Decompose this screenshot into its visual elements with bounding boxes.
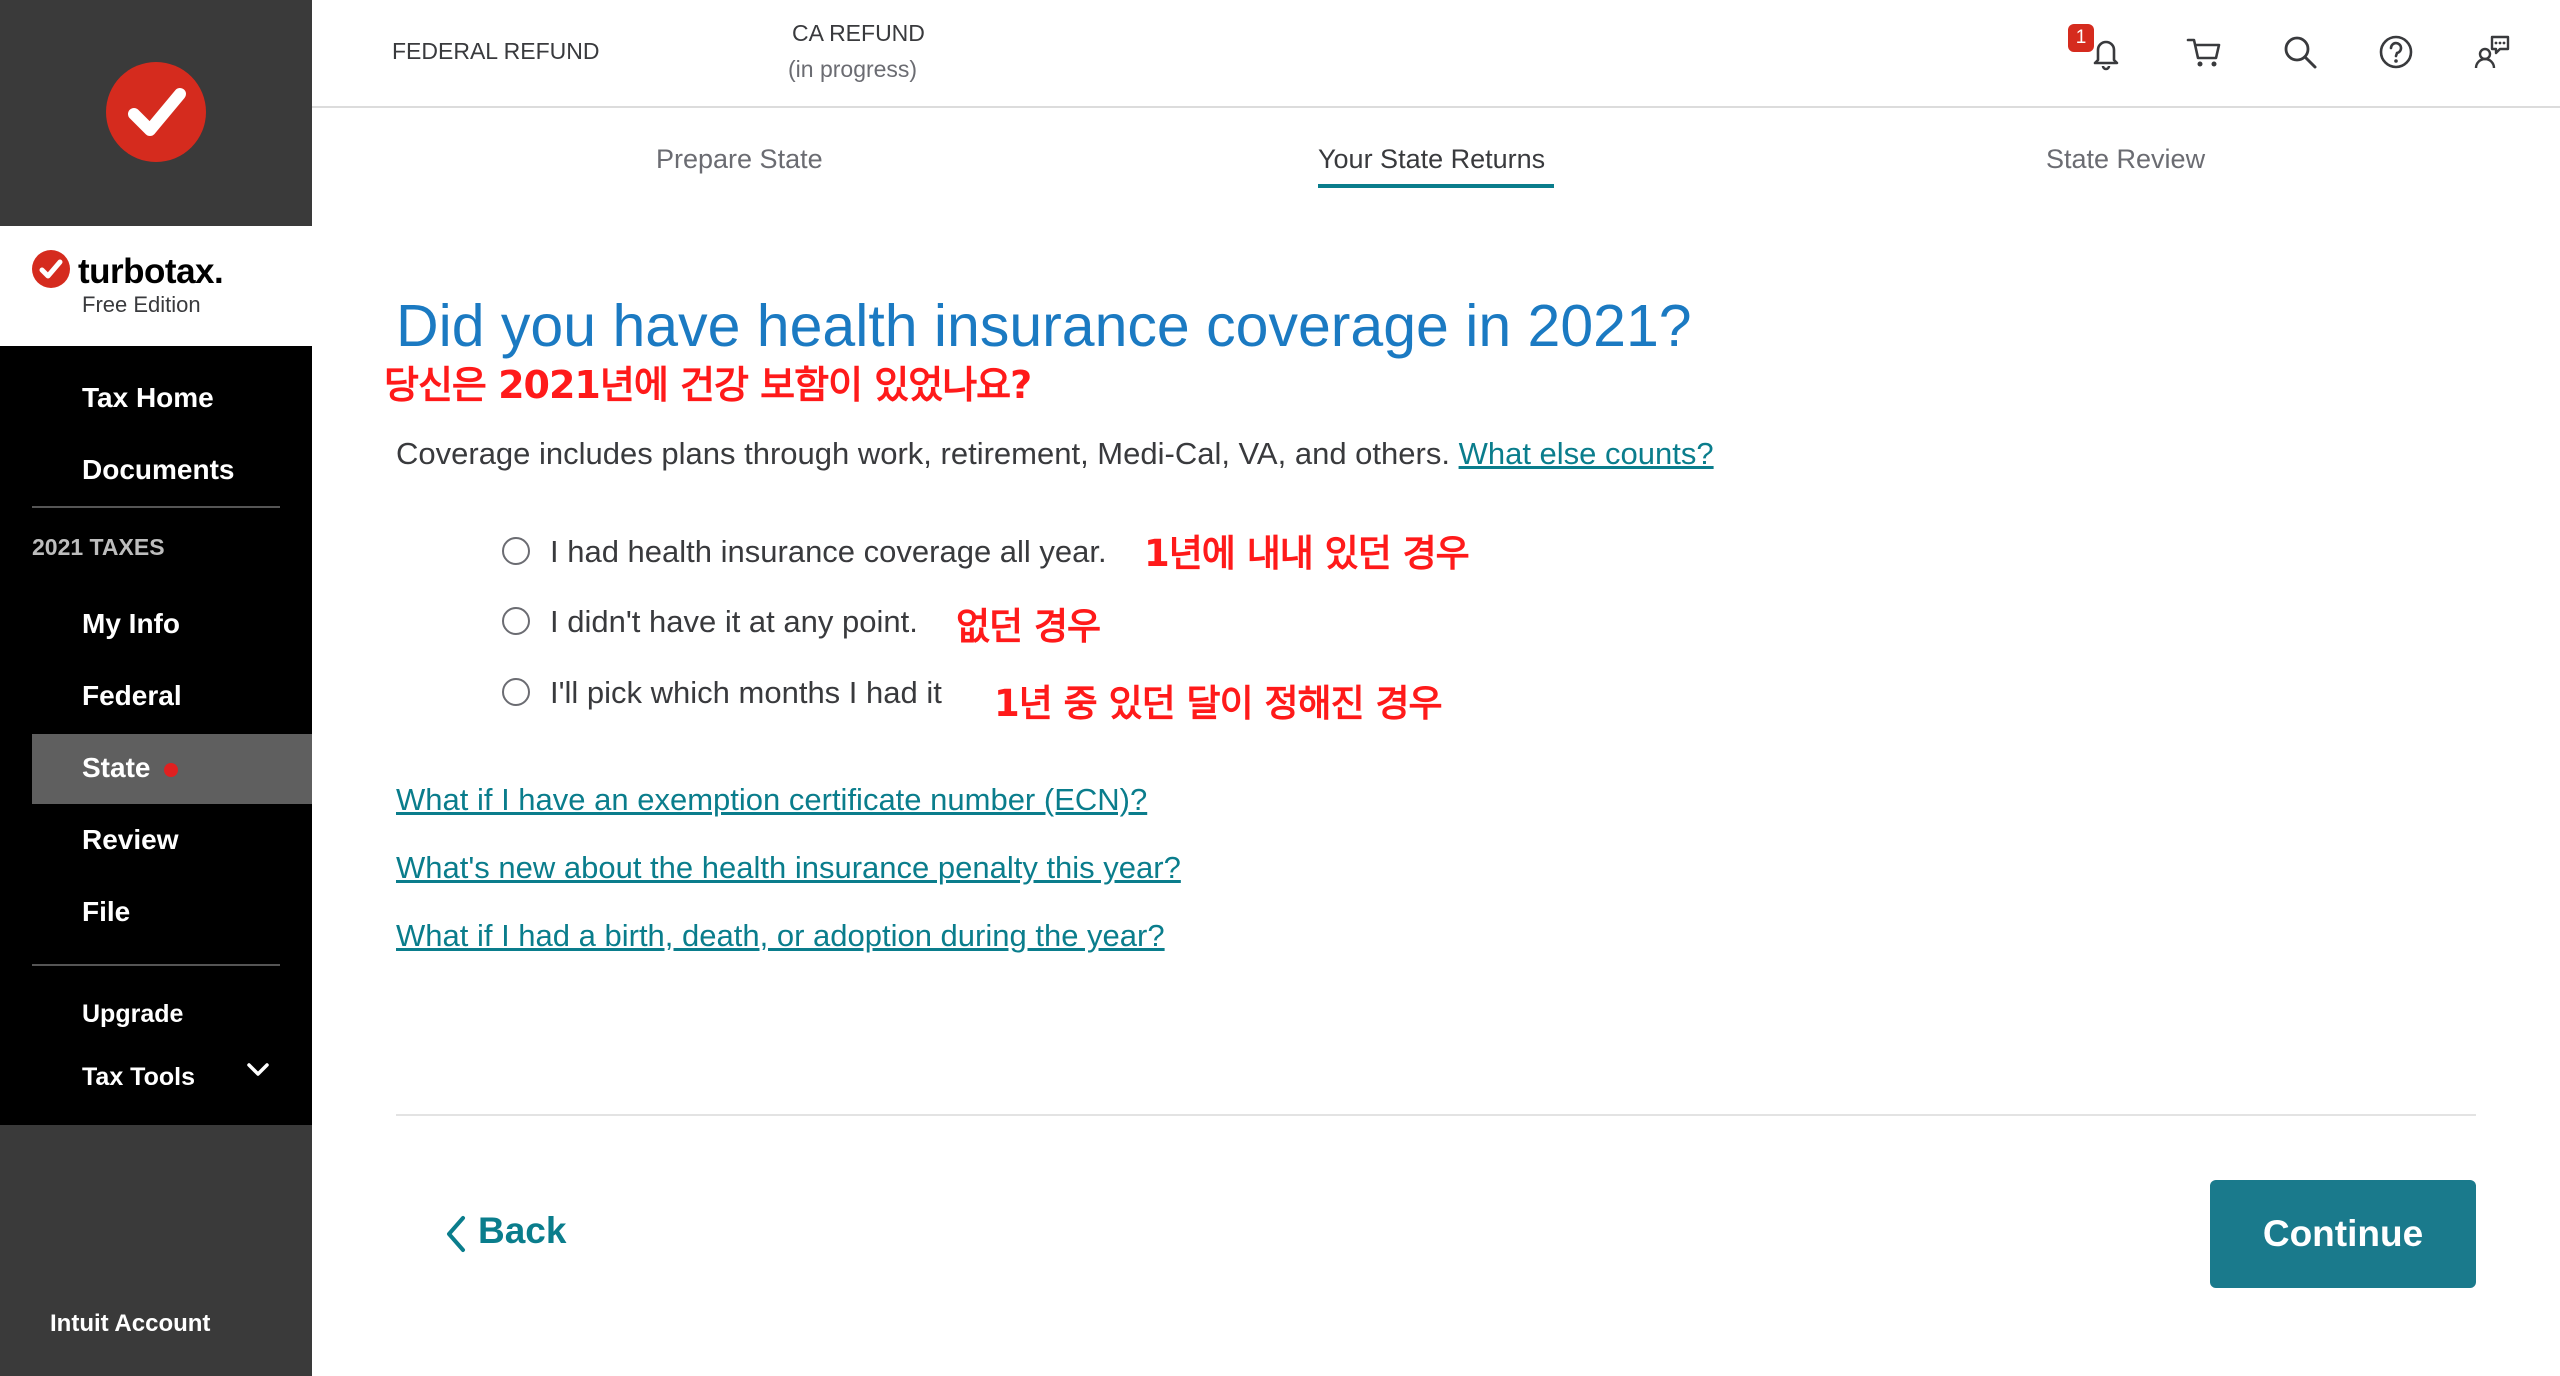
coverage-text: Coverage includes plans through work, re… [396,436,1450,471]
sidebar-divider [32,506,280,508]
cart-icon[interactable] [2184,32,2224,72]
help-link-penalty[interactable]: What's new about the health insurance pe… [396,850,1181,886]
continue-button[interactable]: Continue [2210,1180,2476,1288]
help-link-life-event[interactable]: What if I had a birth, death, or adoptio… [396,918,1165,954]
sidebar-logo-area [0,0,312,226]
help-link-ecn[interactable]: What if I have an exemption certificate … [396,782,1147,818]
sidebar-item-review[interactable]: Review [82,824,179,856]
sidebar-item-federal[interactable]: Federal [82,680,182,712]
chevron-left-icon[interactable] [444,1214,468,1254]
active-tab-underline [1318,184,1554,188]
coverage-description: Coverage includes plans through work, re… [396,436,1714,472]
sidebar-divider [32,964,280,966]
option-annotation-pick-months: 1년 중 있던 달이 정해진 경우 [994,682,1443,725]
sidebar-footer [0,1125,312,1376]
sidebar-item-documents[interactable]: Documents [82,454,234,486]
sidebar-item-tax-home[interactable]: Tax Home [82,382,214,414]
help-icon[interactable] [2376,32,2416,72]
option-annotation-all-year: 1년에 내내 있던 경우 [1144,532,1470,575]
what-else-counts-link[interactable]: What else counts? [1459,436,1714,471]
sidebar-item-file[interactable]: File [82,896,130,928]
state-progress-dot-icon [164,763,178,777]
sidebar-item-upgrade[interactable]: Upgrade [82,1000,183,1029]
notification-count-badge: 1 [2068,24,2094,52]
option-label-none[interactable]: I didn't have it at any point. [550,604,918,640]
ca-refund-status: (in progress) [788,56,918,82]
option-label-pick-months[interactable]: I'll pick which months I had it [550,675,942,711]
brand-edition: Free Edition [82,292,201,317]
sidebar: turbotax. Free Edition Tax Home Document… [0,0,312,1376]
sidebar-item-my-info[interactable]: My Info [82,608,180,640]
sidebar-section-label: 2021 TAXES [32,534,165,560]
radio-none[interactable] [502,607,530,635]
search-icon[interactable] [2280,32,2320,72]
page-title: Did you have health insurance coverage i… [396,293,1692,359]
sidebar-item-state[interactable]: State [82,752,150,784]
intuit-account-link[interactable]: Intuit Account [50,1310,210,1338]
turbotax-check-logo-icon[interactable] [106,62,206,162]
brand-name: turbotax. [78,252,224,291]
radio-pick-months[interactable] [502,678,530,706]
footer-divider [396,1114,2476,1116]
tab-state-review[interactable]: State Review [2046,144,2205,175]
tab-prepare-state[interactable]: Prepare State [656,144,823,175]
option-annotation-none: 없던 경우 [956,605,1101,648]
option-label-all-year[interactable]: I had health insurance coverage all year… [550,534,1107,570]
sidebar-item-tax-tools[interactable]: Tax Tools [82,1063,195,1092]
chat-icon[interactable] [2472,32,2512,72]
radio-all-year[interactable] [502,537,530,565]
ca-refund-label: CA REFUND [792,20,925,46]
back-button[interactable]: Back [478,1210,566,1252]
chevron-down-icon[interactable] [246,1062,270,1078]
turbotax-small-check-icon [32,250,70,288]
header-divider [312,106,2560,108]
title-annotation: 당신은 2021년에 건강 보함이 있었나요? [384,363,1032,407]
tab-your-state-returns[interactable]: Your State Returns [1318,144,1545,175]
federal-refund-label: FEDERAL REFUND [392,38,600,64]
